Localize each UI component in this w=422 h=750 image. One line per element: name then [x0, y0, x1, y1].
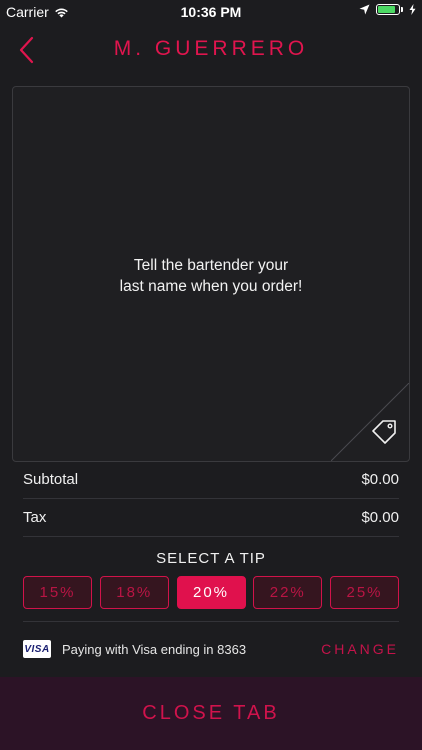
- tip-heading: SELECT A TIP: [156, 550, 266, 567]
- tip-option-20[interactable]: 20%: [176, 576, 246, 609]
- tax-label: Tax: [23, 509, 47, 526]
- payment-row: VISA Paying with Visa ending in 8363 CHA…: [23, 636, 399, 662]
- status-right: [359, 4, 416, 15]
- price-tag-icon: [372, 420, 396, 444]
- close-tab-button[interactable]: CLOSE TAB: [0, 677, 422, 750]
- divider: [23, 536, 399, 537]
- promo-tag-corner[interactable]: [331, 383, 409, 461]
- tip-option-18[interactable]: 18%: [99, 576, 169, 609]
- message-card: Tell the bartender your last name when y…: [12, 86, 410, 462]
- order-instruction: Tell the bartender your last name when y…: [13, 255, 409, 297]
- location-arrow-icon: [359, 4, 370, 15]
- subtotal-label: Subtotal: [23, 471, 79, 488]
- tax-value: $0.00: [361, 509, 399, 526]
- tax-row: Tax $0.00: [23, 499, 399, 536]
- change-payment-button[interactable]: CHANGE: [321, 641, 399, 657]
- battery-level: [378, 6, 396, 13]
- status-bar: Carrier 10:36 PM: [0, 0, 422, 24]
- order-instruction-line-1: Tell the bartender your: [133, 257, 289, 274]
- tip-option-15[interactable]: 15%: [23, 576, 92, 609]
- tip-option-22[interactable]: 22%: [253, 576, 323, 609]
- page-title: M. GUERRERO: [113, 37, 309, 60]
- order-instruction-line-2: last name when you order!: [119, 278, 303, 295]
- subtotal-row: Subtotal $0.00: [23, 461, 399, 498]
- tip-options: 15% 18% 20% 22% 25%: [23, 576, 399, 609]
- battery-tip: [401, 7, 403, 12]
- payment-method-text: Paying with Visa ending in 8363: [62, 641, 247, 657]
- battery-icon: [376, 4, 400, 15]
- tip-option-25[interactable]: 25%: [330, 576, 399, 609]
- visa-card-icon: VISA: [23, 640, 51, 658]
- charging-bolt-icon: [409, 4, 416, 15]
- divider: [23, 621, 399, 622]
- header: M. GUERRERO: [0, 24, 422, 76]
- subtotal-value: $0.00: [361, 471, 399, 488]
